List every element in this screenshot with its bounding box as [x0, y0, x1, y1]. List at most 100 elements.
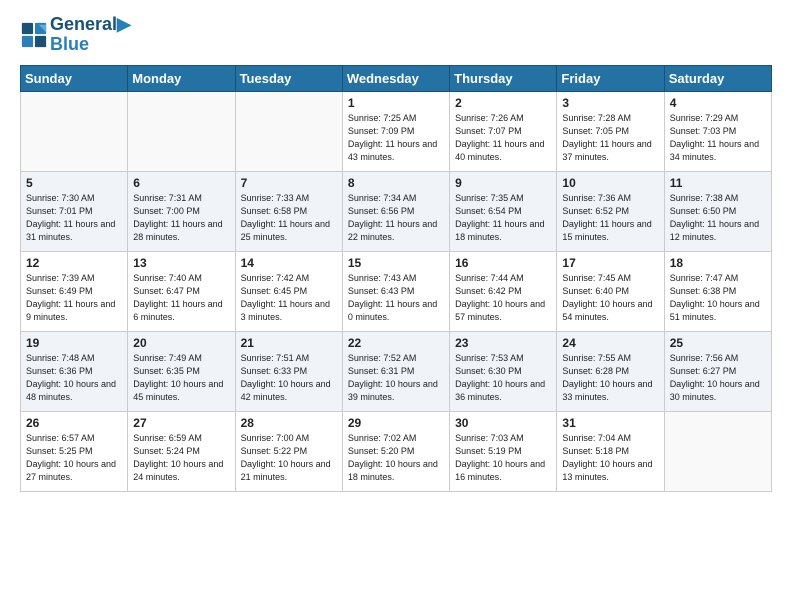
day-info: Sunrise: 7:52 AM Sunset: 6:31 PM Dayligh…: [348, 352, 444, 404]
calendar-cell: 21Sunrise: 7:51 AM Sunset: 6:33 PM Dayli…: [235, 331, 342, 411]
day-number: 19: [26, 336, 122, 350]
day-number: 4: [670, 96, 766, 110]
calendar-cell: [128, 91, 235, 171]
day-info: Sunrise: 7:56 AM Sunset: 6:27 PM Dayligh…: [670, 352, 766, 404]
calendar-cell: 11 Sunrise: 7:38 AM Sunset: 6:50 PM Dayli…: [664, 171, 771, 251]
calendar-cell: 27 Sunrise: 6:59 AM Sunset: 5:24 PM Dayli…: [128, 411, 235, 491]
day-info: Sunrise: 7:44 AM Sunset: 6:42 PM Dayligh…: [455, 272, 551, 324]
day-info: Sunrise: 7:03 AM Sunset: 5:19 PM Dayligh…: [455, 432, 551, 484]
calendar-cell: 23Sunrise: 7:53 AM Sunset: 6:30 PM Dayli…: [450, 331, 557, 411]
day-info: Sunrise: 7:42 AM Sunset: 6:45 PM Dayligh…: [241, 272, 337, 324]
day-info: Sunrise: 7:38 AM Sunset: 6:50 PM Dayligh…: [670, 192, 766, 244]
logo: General▶ Blue: [20, 15, 131, 55]
day-info: Sunrise: 7:55 AM Sunset: 6:28 PM Dayligh…: [562, 352, 658, 404]
calendar-cell: 14 Sunrise: 7:42 AM Sunset: 6:45 PM Dayli…: [235, 251, 342, 331]
header: General▶ Blue: [20, 15, 772, 55]
day-info: Sunrise: 7:26 AM Sunset: 7:07 PM Dayligh…: [455, 112, 551, 164]
day-number: 9: [455, 176, 551, 190]
calendar-week-row: 26Sunrise: 6:57 AM Sunset: 5:25 PM Dayli…: [21, 411, 772, 491]
day-info: Sunrise: 7:04 AM Sunset: 5:18 PM Dayligh…: [562, 432, 658, 484]
day-number: 7: [241, 176, 337, 190]
day-number: 20: [133, 336, 229, 350]
weekday-header: Sunday: [21, 65, 128, 91]
calendar-cell: 4 Sunrise: 7:29 AM Sunset: 7:03 PM Daylig…: [664, 91, 771, 171]
calendar-cell: 31Sunrise: 7:04 AM Sunset: 5:18 PM Dayli…: [557, 411, 664, 491]
day-info: Sunrise: 7:48 AM Sunset: 6:36 PM Dayligh…: [26, 352, 122, 404]
day-number: 1: [348, 96, 444, 110]
day-number: 8: [348, 176, 444, 190]
day-info: Sunrise: 7:31 AM Sunset: 7:00 PM Dayligh…: [133, 192, 229, 244]
calendar-cell: 3 Sunrise: 7:28 AM Sunset: 7:05 PM Daylig…: [557, 91, 664, 171]
day-info: Sunrise: 7:02 AM Sunset: 5:20 PM Dayligh…: [348, 432, 444, 484]
day-number: 24: [562, 336, 658, 350]
day-number: 25: [670, 336, 766, 350]
calendar-cell: 15Sunrise: 7:43 AM Sunset: 6:43 PM Dayli…: [342, 251, 449, 331]
calendar-cell: 12 Sunrise: 7:39 AM Sunset: 6:49 PM Dayli…: [21, 251, 128, 331]
day-number: 13: [133, 256, 229, 270]
weekday-header: Tuesday: [235, 65, 342, 91]
day-number: 26: [26, 416, 122, 430]
calendar-cell: 25 Sunrise: 7:56 AM Sunset: 6:27 PM Dayli…: [664, 331, 771, 411]
calendar-cell: 6 Sunrise: 7:31 AM Sunset: 7:00 PM Daylig…: [128, 171, 235, 251]
calendar-cell: 28 Sunrise: 7:00 AM Sunset: 5:22 PM Dayli…: [235, 411, 342, 491]
day-number: 28: [241, 416, 337, 430]
day-info: Sunrise: 7:40 AM Sunset: 6:47 PM Dayligh…: [133, 272, 229, 324]
day-info: Sunrise: 7:33 AM Sunset: 6:58 PM Dayligh…: [241, 192, 337, 244]
day-number: 14: [241, 256, 337, 270]
logo-text: General▶ Blue: [50, 15, 131, 55]
logo-icon: [20, 21, 48, 49]
calendar-cell: [235, 91, 342, 171]
calendar-cell: 9 Sunrise: 7:35 AM Sunset: 6:54 PM Daylig…: [450, 171, 557, 251]
weekday-header: Thursday: [450, 65, 557, 91]
calendar-header-row: SundayMondayTuesdayWednesdayThursdayFrid…: [21, 65, 772, 91]
day-info: Sunrise: 7:45 AM Sunset: 6:40 PM Dayligh…: [562, 272, 658, 324]
calendar-cell: 7 Sunrise: 7:33 AM Sunset: 6:58 PM Daylig…: [235, 171, 342, 251]
page-container: General▶ Blue SundayMondayTuesdayWednesd…: [0, 0, 792, 507]
calendar-cell: 24 Sunrise: 7:55 AM Sunset: 6:28 PM Dayli…: [557, 331, 664, 411]
calendar-cell: 1 Sunrise: 7:25 AM Sunset: 7:09 PM Daylig…: [342, 91, 449, 171]
day-number: 10: [562, 176, 658, 190]
day-info: Sunrise: 7:00 AM Sunset: 5:22 PM Dayligh…: [241, 432, 337, 484]
calendar-table: SundayMondayTuesdayWednesdayThursdayFrid…: [20, 65, 772, 492]
calendar-cell: 22 Sunrise: 7:52 AM Sunset: 6:31 PM Dayli…: [342, 331, 449, 411]
calendar-cell: 16 Sunrise: 7:44 AM Sunset: 6:42 PM Dayli…: [450, 251, 557, 331]
day-number: 29: [348, 416, 444, 430]
day-number: 30: [455, 416, 551, 430]
day-number: 6: [133, 176, 229, 190]
calendar-cell: 20 Sunrise: 7:49 AM Sunset: 6:35 PM Dayli…: [128, 331, 235, 411]
day-info: Sunrise: 7:29 AM Sunset: 7:03 PM Dayligh…: [670, 112, 766, 164]
calendar-cell: 5Sunrise: 7:30 AM Sunset: 7:01 PM Daylig…: [21, 171, 128, 251]
day-info: Sunrise: 7:39 AM Sunset: 6:49 PM Dayligh…: [26, 272, 122, 324]
calendar-cell: 19 Sunrise: 7:48 AM Sunset: 6:36 PM Dayli…: [21, 331, 128, 411]
day-number: 11: [670, 176, 766, 190]
day-number: 12: [26, 256, 122, 270]
calendar-cell: [664, 411, 771, 491]
weekday-header: Wednesday: [342, 65, 449, 91]
calendar-cell: 10 Sunrise: 7:36 AM Sunset: 6:52 PM Dayli…: [557, 171, 664, 251]
day-info: Sunrise: 7:25 AM Sunset: 7:09 PM Dayligh…: [348, 112, 444, 164]
calendar-week-row: 1 Sunrise: 7:25 AM Sunset: 7:09 PM Daylig…: [21, 91, 772, 171]
day-number: 17: [562, 256, 658, 270]
day-number: 16: [455, 256, 551, 270]
calendar-cell: 17 Sunrise: 7:45 AM Sunset: 6:40 PM Dayli…: [557, 251, 664, 331]
day-info: Sunrise: 7:53 AM Sunset: 6:30 PM Dayligh…: [455, 352, 551, 404]
day-info: Sunrise: 7:49 AM Sunset: 6:35 PM Dayligh…: [133, 352, 229, 404]
calendar-cell: 13 Sunrise: 7:40 AM Sunset: 6:47 PM Dayli…: [128, 251, 235, 331]
day-number: 3: [562, 96, 658, 110]
calendar-week-row: 12 Sunrise: 7:39 AM Sunset: 6:49 PM Dayli…: [21, 251, 772, 331]
calendar-cell: 30 Sunrise: 7:03 AM Sunset: 5:19 PM Dayli…: [450, 411, 557, 491]
day-info: Sunrise: 7:28 AM Sunset: 7:05 PM Dayligh…: [562, 112, 658, 164]
calendar-cell: 8Sunrise: 7:34 AM Sunset: 6:56 PM Daylig…: [342, 171, 449, 251]
day-info: Sunrise: 7:43 AM Sunset: 6:43 PM Dayligh…: [348, 272, 444, 324]
day-info: Sunrise: 7:35 AM Sunset: 6:54 PM Dayligh…: [455, 192, 551, 244]
day-info: Sunrise: 6:59 AM Sunset: 5:24 PM Dayligh…: [133, 432, 229, 484]
calendar-cell: [21, 91, 128, 171]
day-info: Sunrise: 7:51 AM Sunset: 6:33 PM Dayligh…: [241, 352, 337, 404]
day-info: Sunrise: 7:30 AM Sunset: 7:01 PM Dayligh…: [26, 192, 122, 244]
weekday-header: Saturday: [664, 65, 771, 91]
day-number: 22: [348, 336, 444, 350]
day-info: Sunrise: 7:36 AM Sunset: 6:52 PM Dayligh…: [562, 192, 658, 244]
calendar-cell: 26Sunrise: 6:57 AM Sunset: 5:25 PM Dayli…: [21, 411, 128, 491]
day-number: 27: [133, 416, 229, 430]
weekday-header: Friday: [557, 65, 664, 91]
